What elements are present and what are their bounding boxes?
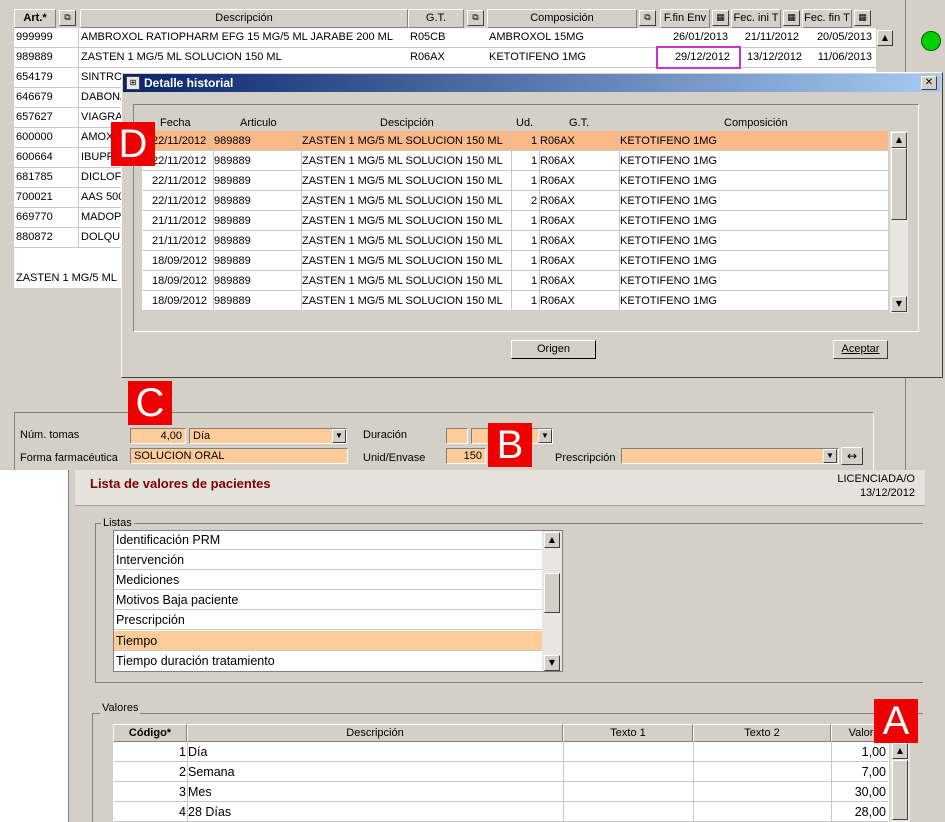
valores-label: Valores	[100, 702, 141, 714]
table-row[interactable]: 657627	[16, 108, 76, 126]
chevron-down-icon[interactable]: ▼	[538, 429, 552, 443]
aceptar-button[interactable]: Aceptar	[833, 340, 888, 359]
close-icon[interactable]: ✕	[921, 76, 937, 90]
unid-envase-field[interactable]: 150	[446, 448, 486, 464]
form-right-panel	[905, 400, 945, 470]
swap-icon[interactable]: ↔	[841, 447, 863, 465]
page-title: Lista de valores de pacientes	[90, 476, 271, 491]
table-row[interactable]: 18/09/2012 989889 ZASTEN 1 MG/5 ML SOLUCIO…	[142, 271, 888, 291]
table-row[interactable]: 989889	[16, 48, 76, 66]
scroll-up-icon[interactable]: ▲	[544, 532, 560, 548]
col-header-gt[interactable]: G.T.	[408, 9, 464, 28]
list-item[interactable]: Prescripción	[114, 610, 542, 630]
list-item[interactable]: Tiempo duración tratamiento	[114, 651, 542, 671]
duracion-field[interactable]	[446, 428, 468, 444]
calendar-icon[interactable]: ▦	[783, 10, 800, 26]
copy-icon[interactable]: ⧉	[639, 10, 656, 26]
col-header-descripcion[interactable]: Descripción	[80, 9, 408, 28]
table-row[interactable]: 3 Mes 30,00	[114, 782, 888, 802]
app-icon: ⊞	[126, 76, 140, 90]
table-row[interactable]: 681785	[16, 168, 76, 186]
col-header-descripcion[interactable]: Descripción	[187, 724, 563, 742]
table-row[interactable]: 600000	[16, 128, 76, 146]
scroll-thumb[interactable]	[891, 148, 907, 220]
annotation-d: D	[111, 122, 155, 166]
table-row[interactable]: 22/11/2012 989889 ZASTEN 1 MG/5 ML SOLUCIO…	[142, 131, 888, 151]
scroll-up-icon[interactable]: ▲	[892, 743, 908, 759]
copy-icon[interactable]: ⧉	[59, 10, 76, 26]
table-row[interactable]: 18/09/2012 989889 ZASTEN 1 MG/5 ML SOLUCIO…	[142, 291, 888, 311]
table-row[interactable]: 654179	[16, 68, 76, 86]
annotation-a: A	[874, 699, 918, 743]
listas-label: Listas	[101, 517, 134, 529]
status-indicator-icon	[921, 31, 941, 51]
user-label: LICENCIADA/O	[837, 473, 915, 485]
list-item[interactable]: Intervención	[114, 550, 542, 570]
table-row[interactable]: 700021	[16, 188, 76, 206]
list-item[interactable]: Motivos Baja paciente	[114, 590, 542, 610]
scroll-thumb[interactable]	[892, 760, 908, 820]
scroll-up-icon[interactable]: ▲	[891, 132, 907, 148]
forma-farmaceutica-label: Forma farmacéutica	[20, 452, 118, 464]
num-tomas-field[interactable]: 4,00	[130, 428, 186, 444]
scroll-down-icon[interactable]: ▼	[544, 655, 560, 671]
table-row[interactable]: 646679	[16, 88, 76, 106]
scroll-thumb[interactable]	[544, 573, 560, 613]
table-row[interactable]: 22/11/2012 989889 ZASTEN 1 MG/5 ML SOLUCIO…	[142, 171, 888, 191]
chevron-down-icon[interactable]: ▼	[332, 429, 346, 443]
copy-icon[interactable]: ⧉	[467, 10, 484, 26]
table-row[interactable]: 22/11/2012 989889 ZASTEN 1 MG/5 ML SOLUCIO…	[142, 191, 888, 211]
ffin-env-highlighted[interactable]: 29/12/2012	[656, 46, 741, 69]
prescripcion-select[interactable]	[621, 448, 839, 464]
calendar-icon[interactable]: ▦	[854, 10, 871, 26]
col-header-fec-fin[interactable]: Fec. fin T	[802, 9, 852, 28]
list-item[interactable]: Mediciones	[114, 570, 542, 590]
table-row[interactable]: 999999	[16, 28, 76, 46]
table-row[interactable]: 22/11/2012 989889 ZASTEN 1 MG/5 ML SOLUCIO…	[142, 151, 888, 171]
table-row[interactable]: 18/09/2012 989889 ZASTEN 1 MG/5 ML SOLUCIO…	[142, 251, 888, 271]
table-row[interactable]: 21/11/2012 989889 ZASTEN 1 MG/5 ML SOLUCIO…	[142, 211, 888, 231]
table-row[interactable]: 880872	[16, 228, 76, 246]
dialog-titlebar[interactable]	[123, 74, 941, 92]
col-header-texto2[interactable]: Texto 2	[693, 724, 831, 742]
footer-description: ZASTEN 1 MG/5 ML	[16, 272, 117, 284]
scroll-up-icon[interactable]: ▲	[877, 30, 893, 46]
scroll-down-icon[interactable]: ▼	[891, 296, 907, 312]
num-tomas-unit-select[interactable]: Día	[189, 428, 347, 444]
col-header-codigo[interactable]: Código*	[113, 724, 187, 742]
forma-farmaceutica-field[interactable]: SOLUCION ORAL	[130, 448, 348, 464]
table-row[interactable]: 669770	[16, 208, 76, 226]
list-item-selected[interactable]: Tiempo	[114, 631, 542, 651]
annotation-c: C	[128, 381, 172, 425]
dialog-title: Detalle historial	[144, 76, 234, 90]
table-row[interactable]: 21/11/2012 989889 ZASTEN 1 MG/5 ML SOLUCIO…	[142, 231, 888, 251]
table-row[interactable]: 1 Día 1,00	[114, 742, 888, 762]
col-header-composicion[interactable]: Composición	[487, 9, 637, 28]
chevron-down-icon[interactable]: ▼	[823, 449, 837, 463]
unid-envase-label: Unid/Envase	[363, 452, 426, 464]
col-header-texto1[interactable]: Texto 1	[563, 724, 693, 742]
calendar-icon[interactable]: ▦	[712, 10, 729, 26]
list-item[interactable]: Identificación PRM	[114, 530, 542, 550]
table-row[interactable]: 4 28 Días 28,00	[114, 802, 888, 822]
annotation-b: B	[488, 423, 532, 467]
col-header-fec-ini[interactable]: Fec. ini T	[731, 9, 781, 28]
date-label: 13/12/2012	[859, 487, 915, 499]
col-header-art[interactable]: Art.*	[14, 9, 56, 28]
origen-button[interactable]: Origen	[511, 340, 596, 359]
prescripcion-label: Prescripción	[555, 452, 616, 464]
col-header-ffin-env[interactable]: F.fin Env	[660, 9, 710, 28]
num-tomas-label: Núm. tomas	[20, 429, 80, 441]
duracion-label: Duración	[363, 429, 408, 441]
table-row[interactable]: 2 Semana 7,00	[114, 762, 888, 782]
table-row[interactable]: 600664	[16, 148, 76, 166]
